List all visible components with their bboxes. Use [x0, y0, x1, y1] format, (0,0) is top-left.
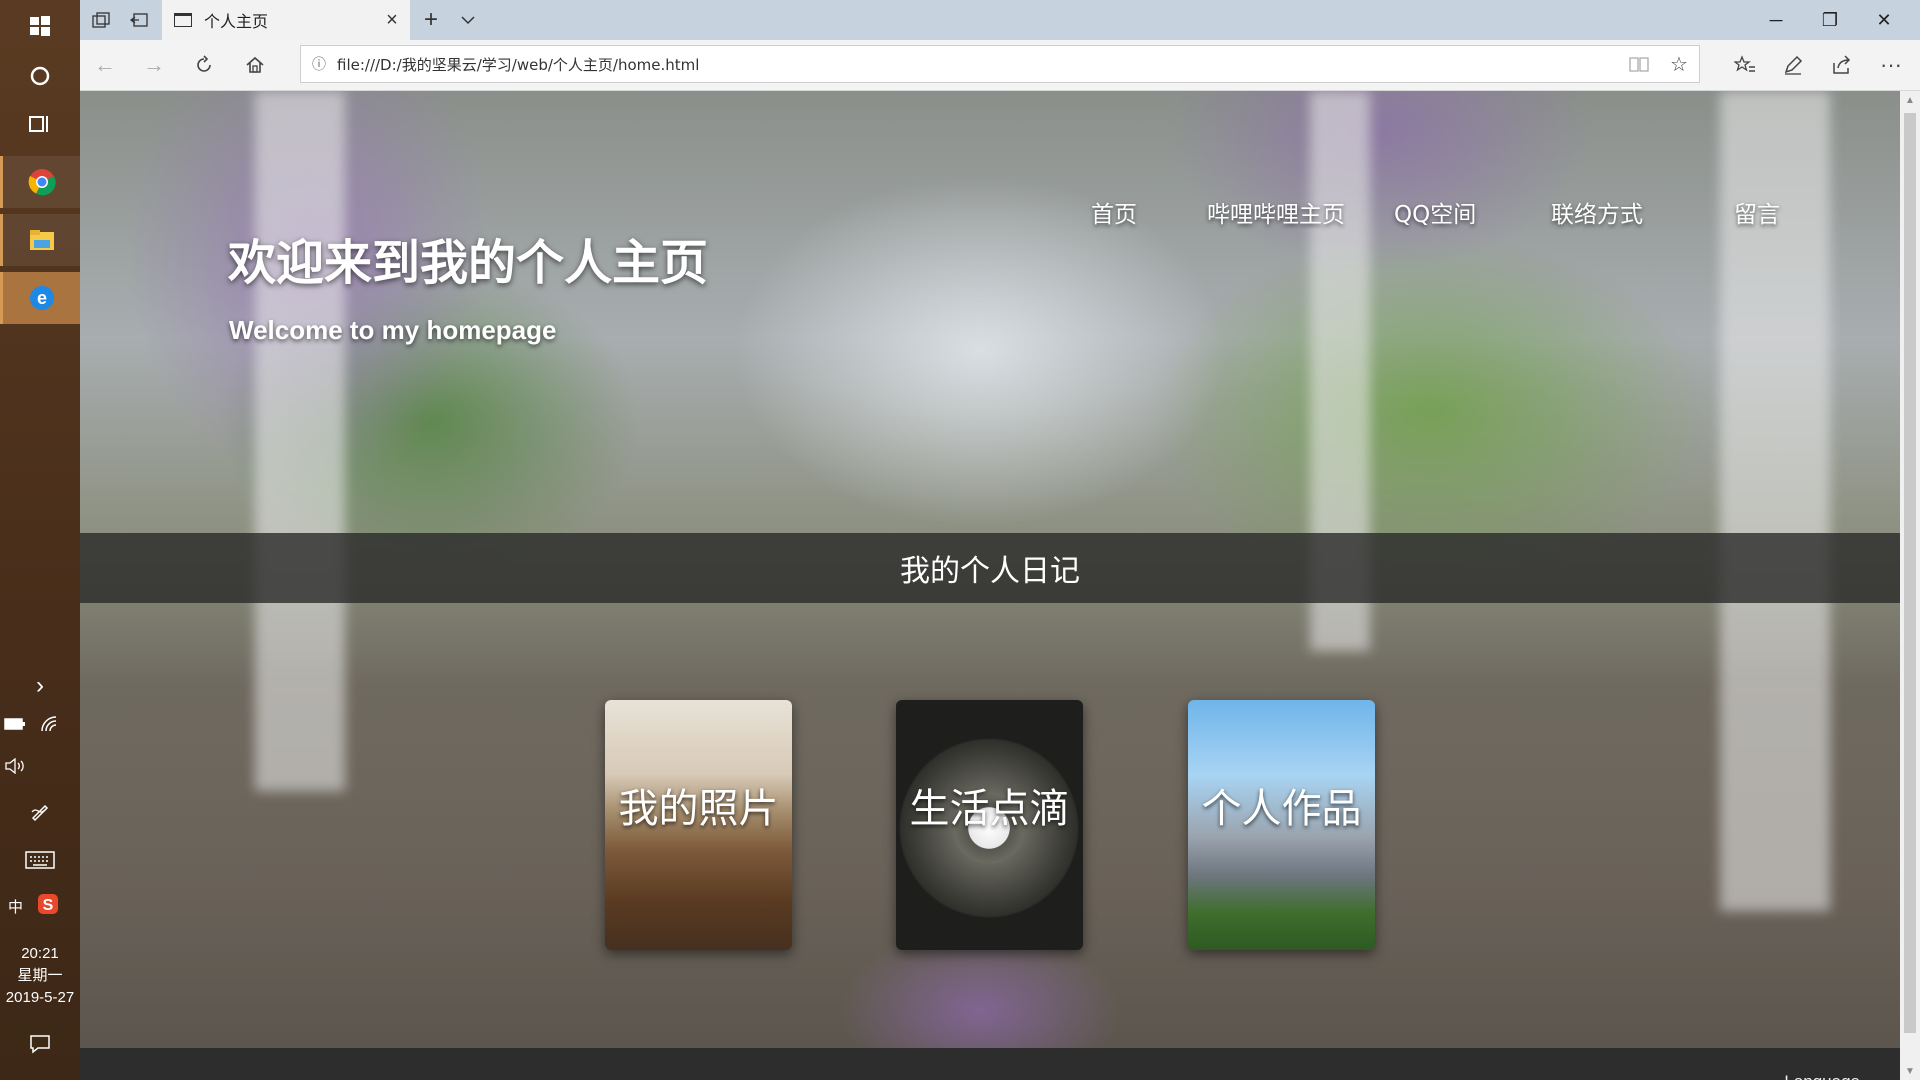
card-my-photos[interactable]: 我的照片 [605, 700, 792, 950]
tab-title: 个人主页 [204, 14, 269, 31]
clock-time: 20:21 [21, 945, 59, 962]
address-bar[interactable]: ⓘ file:///D:/我的坚果云/学习/web/个人主页/home.html… [300, 45, 1700, 83]
reading-view-icon[interactable] [1619, 46, 1659, 82]
more-options-icon[interactable]: ··· [1871, 48, 1911, 82]
card-life-moments[interactable]: 生活点滴 [896, 700, 1083, 950]
info-icon[interactable]: ⓘ [301, 54, 337, 74]
ime-chinese-indicator[interactable]: 中 [8, 896, 23, 917]
diary-heading: 我的个人日记 [900, 554, 1080, 589]
file-explorer-icon[interactable] [0, 214, 80, 266]
minimize-button[interactable]: ─ [1749, 0, 1803, 40]
page-icon [174, 13, 192, 27]
card-label: 个人作品 [1201, 786, 1362, 832]
system-clock[interactable]: 20:21 星期一 2019-5-27 [0, 943, 80, 1009]
tab-bar: 个人主页 × + ─ ❐ ✕ [80, 0, 1920, 40]
nav-link-bilibili[interactable]: 哔哩哔哩主页 [1207, 195, 1345, 229]
language-selector[interactable]: Language [1784, 1072, 1860, 1080]
refresh-icon[interactable] [184, 48, 224, 82]
clock-weekday: 星期一 [17, 967, 63, 984]
favorites-hub-icon[interactable] [1725, 48, 1765, 82]
forward-arrow-icon[interactable]: → [134, 48, 174, 82]
nav-link-contact[interactable]: 联络方式 [1551, 195, 1643, 229]
webpage-viewport: 欢迎来到我的个人主页 Welcome to my homepage 首页 哔哩哔… [80, 91, 1900, 1080]
cortana-circle-icon[interactable] [0, 50, 80, 102]
card-label: 我的照片 [618, 786, 779, 832]
windows-taskbar: e › 中 S 20:21 星期一 2019-5-27 [0, 0, 80, 1080]
action-center-icon[interactable] [0, 1030, 80, 1058]
wifi-icon[interactable] [40, 715, 60, 738]
scroll-up-arrow-icon[interactable]: ▲ [1900, 91, 1920, 109]
web-note-pen-icon[interactable] [1773, 48, 1813, 82]
volume-icon[interactable] [0, 752, 84, 780]
back-arrow-icon[interactable]: ← [85, 48, 125, 82]
svg-text:e: e [36, 288, 46, 308]
edge-browser-window: 个人主页 × + ─ ❐ ✕ ← → ⓘ file:///D:/我的坚果云/学习… [80, 0, 1920, 1080]
scroll-thumb[interactable] [1904, 113, 1916, 1033]
navigation-bar: ← → ⓘ file:///D:/我的坚果云/学习/web/个人主页/home.… [80, 40, 1920, 91]
page-footer: Language [80, 1048, 1900, 1080]
chrome-icon[interactable] [0, 156, 80, 208]
tab-close-icon[interactable]: × [374, 9, 410, 32]
page-subtitle: Welcome to my homepage [229, 315, 557, 345]
sogou-input-icon[interactable]: S [37, 893, 59, 920]
nav-link-message[interactable]: 留言 [1734, 195, 1780, 229]
task-view-icon[interactable] [0, 98, 80, 150]
nav-link-qzone[interactable]: QQ空间 [1394, 195, 1476, 229]
windows-start-icon[interactable] [0, 0, 80, 52]
vertical-scrollbar[interactable]: ▲ ▼ [1900, 91, 1920, 1080]
new-tab-icon[interactable]: + [416, 6, 446, 34]
ime-group: 中 S [0, 892, 88, 920]
battery-icon[interactable] [4, 717, 26, 736]
scroll-down-arrow-icon[interactable]: ▼ [1900, 1062, 1920, 1080]
tab-list-chevron-down-icon[interactable] [454, 6, 482, 34]
tray-status-group [0, 712, 84, 740]
diary-heading-band: 我的个人日记 [80, 533, 1900, 603]
edge-icon[interactable]: e [0, 272, 80, 324]
touch-keyboard-icon[interactable] [0, 846, 80, 874]
tab-preview-icon[interactable] [88, 8, 114, 32]
close-window-button[interactable]: ✕ [1857, 0, 1911, 40]
card-label: 生活点滴 [909, 786, 1070, 832]
page-title: 欢迎来到我的个人主页 [228, 235, 709, 291]
svg-text:S: S [43, 897, 54, 914]
card-personal-works[interactable]: 个人作品 [1188, 700, 1375, 950]
background-pillar [255, 91, 345, 791]
show-hidden-icons-chevron[interactable]: › [0, 672, 80, 700]
active-tab[interactable]: 个人主页 × [162, 0, 410, 40]
set-tabs-aside-icon[interactable] [126, 8, 152, 32]
restore-button[interactable]: ❐ [1803, 0, 1857, 40]
clock-date: 2019-5-27 [5, 989, 75, 1006]
nav-link-home[interactable]: 首页 [1091, 195, 1137, 229]
share-icon[interactable] [1822, 48, 1862, 82]
home-icon[interactable] [235, 48, 275, 82]
pen-ink-icon[interactable] [0, 796, 80, 826]
favorite-star-icon[interactable]: ☆ [1659, 46, 1699, 82]
url-text[interactable]: file:///D:/我的坚果云/学习/web/个人主页/home.html [337, 54, 1619, 75]
